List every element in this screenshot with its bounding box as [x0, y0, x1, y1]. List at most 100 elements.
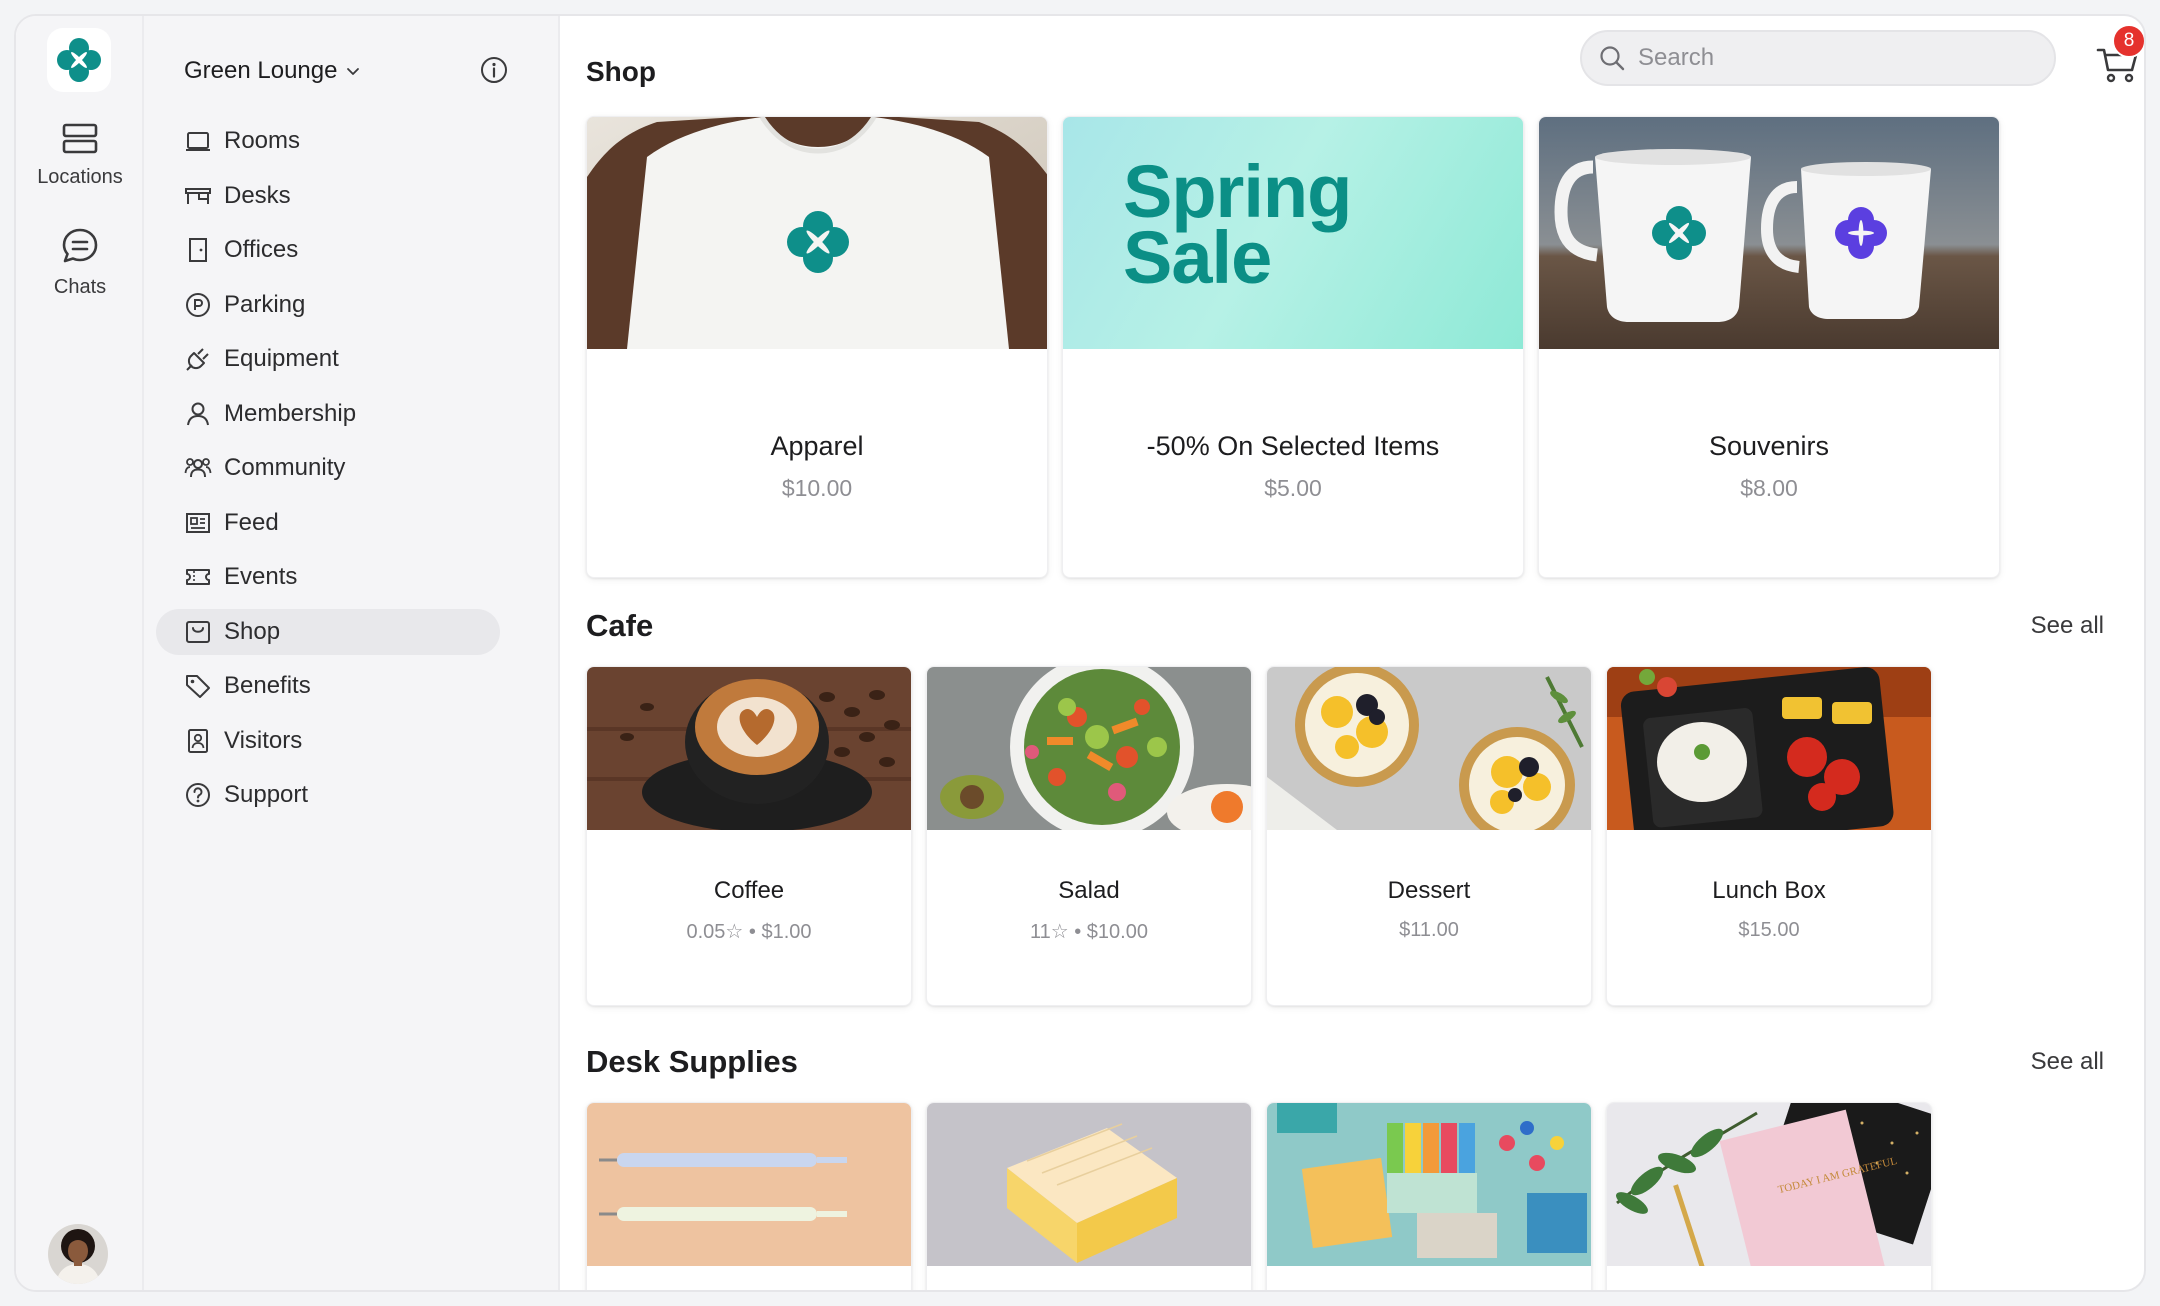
product-title: Coffee	[713, 877, 785, 904]
nav-item-support[interactable]: Support	[156, 772, 500, 818]
desk-icon	[185, 187, 211, 204]
product-price: $15.00	[1738, 919, 1800, 941]
product-card-lunch-box[interactable]: Lunch Box $15.00	[1606, 666, 1932, 1006]
pens-image	[587, 1103, 911, 1266]
product-card-dessert[interactable]: Dessert $11.00	[1266, 666, 1592, 1006]
nav-item-label: Shop	[224, 617, 281, 645]
search-bar[interactable]	[1580, 30, 2056, 86]
product-card-salad[interactable]: Salad 11☆ • $10.00	[926, 666, 1252, 1006]
nav-item-label: Offices	[224, 236, 299, 263]
product-card-notebook[interactable]: TODAY I AM GRATEFUL	[1606, 1102, 1932, 1290]
nav-item-label: Rooms	[224, 127, 301, 154]
nav-item-label: Events	[224, 563, 298, 590]
spring-sale-banner: Spring Sale	[1063, 117, 1523, 349]
product-card-office-supplies[interactable]	[1266, 1102, 1592, 1290]
mugs-image	[1539, 117, 1999, 349]
product-card-souvenirs[interactable]: Souvenirs $8.00	[1538, 116, 2000, 578]
chevron-down-icon	[347, 68, 360, 75]
nav-item-equipment[interactable]: Equipment	[156, 336, 500, 382]
nav-item-label: Support	[224, 781, 309, 808]
help-icon	[186, 783, 210, 807]
search-icon	[1600, 46, 1625, 71]
section-title-cafe: Cafe	[586, 608, 654, 643]
workspace-switcher[interactable]: Green Lounge	[184, 44, 361, 98]
sticky-notes-photo	[927, 1103, 1251, 1266]
banner-line-2: Sale	[1123, 216, 1272, 299]
nav-item-benefits[interactable]: Benefits	[156, 663, 500, 709]
info-icon[interactable]	[480, 56, 508, 84]
product-card-pens[interactable]	[586, 1102, 912, 1290]
nav-item-label: Equipment	[224, 345, 339, 372]
dessert-image	[1267, 667, 1591, 830]
notebook-photo: TODAY I AM GRATEFUL	[1607, 1103, 1931, 1266]
nav-item-parking[interactable]: Parking	[156, 282, 500, 328]
user-avatar[interactable]	[48, 1224, 108, 1284]
lunch-box-image	[1607, 667, 1931, 830]
product-rating-price: 0.05☆ • $1.00	[686, 921, 812, 943]
section-nav: Green Lounge Rooms Desks Offices Parking…	[144, 16, 560, 1290]
see-all-desk-supplies-link[interactable]: See all	[2031, 1048, 2104, 1076]
pens-photo	[587, 1103, 911, 1266]
nav-item-membership[interactable]: Membership	[156, 391, 500, 437]
clover-logo-icon	[57, 38, 101, 82]
rail-item-locations[interactable]: Locations	[16, 122, 144, 189]
rooms-icon	[186, 132, 210, 151]
nav-item-visitors[interactable]: Visitors	[156, 718, 500, 764]
tag-icon	[186, 675, 210, 698]
rail-item-label: Locations	[37, 166, 123, 188]
app-rail: Locations Chats	[16, 16, 144, 1290]
nav-item-shop[interactable]: Shop	[156, 608, 500, 655]
product-card-sticky-notes[interactable]	[926, 1102, 1252, 1290]
salad-photo	[927, 667, 1251, 830]
coffee-photo	[587, 667, 911, 830]
nav-item-label: Benefits	[224, 672, 311, 699]
person-icon	[187, 402, 209, 425]
product-title: -50% On Selected Items	[1146, 431, 1440, 461]
lunch-box-photo	[1607, 667, 1931, 830]
nav-item-events[interactable]: Events	[156, 554, 500, 600]
product-card-coffee[interactable]: Coffee 0.05☆ • $1.00	[586, 666, 912, 1006]
salad-image	[927, 667, 1251, 830]
product-card-spring-sale[interactable]: Spring Sale -50% On Selected Items $5.00	[1062, 116, 1524, 578]
product-price: $5.00	[1264, 475, 1322, 501]
app-window: Locations Chats Green Lounge Rooms Desks…	[14, 14, 2146, 1292]
nav-item-label: Visitors	[224, 726, 303, 754]
office-supplies-photo	[1267, 1103, 1591, 1266]
product-title: Dessert	[1387, 877, 1471, 904]
rail-item-label: Chats	[53, 276, 107, 298]
product-rating-price: 11☆ • $10.00	[1030, 921, 1148, 943]
product-card-apparel[interactable]: Apparel $10.00	[586, 116, 1048, 578]
nav-item-label: Feed	[224, 508, 279, 536]
plug-icon	[186, 348, 209, 371]
door-icon	[189, 238, 207, 262]
sticky-notes-image	[927, 1103, 1251, 1266]
brand-logo[interactable]	[47, 28, 111, 92]
product-title: Lunch Box	[1712, 877, 1826, 904]
nav-item-rooms[interactable]: Rooms	[156, 118, 500, 164]
people-icon	[184, 458, 212, 478]
news-icon	[186, 512, 210, 533]
rail-item-chats[interactable]: Chats	[16, 226, 144, 299]
search-input[interactable]	[1638, 44, 2038, 72]
workspace-name: Green Lounge	[184, 57, 338, 84]
section-title-desk-supplies: Desk Supplies	[586, 1044, 798, 1079]
nav-item-feed[interactable]: Feed	[156, 500, 500, 546]
nav-item-label: Community	[224, 454, 346, 481]
nav-item-offices[interactable]: Offices	[156, 227, 500, 273]
nav-item-community[interactable]: Community	[156, 445, 500, 491]
locations-icon	[62, 123, 98, 154]
office-supplies-image	[1267, 1103, 1591, 1266]
dessert-photo	[1267, 667, 1591, 830]
parking-icon	[186, 292, 210, 317]
product-price: $8.00	[1740, 475, 1798, 501]
coffee-image	[587, 667, 911, 830]
shop-icon	[186, 620, 210, 643]
cart-count-badge: 8	[2112, 24, 2144, 58]
chat-icon	[62, 228, 98, 263]
avatar-image	[48, 1224, 108, 1284]
see-all-cafe-link[interactable]: See all	[2031, 612, 2104, 640]
nav-item-label: Parking	[224, 290, 306, 318]
badge-icon	[188, 728, 208, 753]
ticket-icon	[186, 569, 210, 585]
nav-item-desks[interactable]: Desks	[156, 173, 500, 219]
